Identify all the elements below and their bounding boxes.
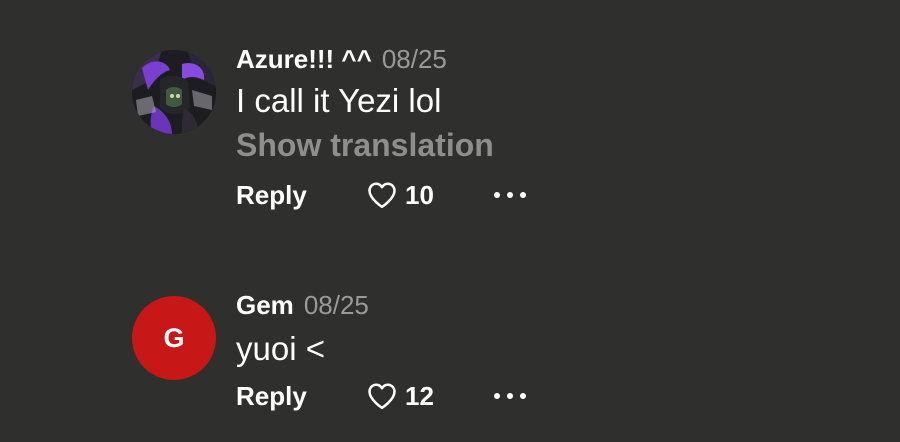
username[interactable]: Azure!!! ^^ <box>236 44 372 75</box>
comment-item: G Gem 08/25 yuoi < Reply 12 <box>0 260 900 442</box>
more-options-icon[interactable] <box>494 382 526 410</box>
avatar-image <box>132 50 216 134</box>
comment-date: 08/25 <box>303 290 369 320</box>
avatar[interactable]: G <box>132 296 216 380</box>
like-button[interactable]: 12 <box>367 378 434 414</box>
comment-date: 08/25 <box>381 44 447 74</box>
comment-text: I call it Yezi lol <box>236 82 442 119</box>
comment-actions: Reply 12 <box>236 378 556 414</box>
dot <box>507 393 513 399</box>
heart-icon <box>368 383 396 410</box>
show-translation-button[interactable]: Show translation <box>236 127 494 164</box>
comment-meta: Azure!!! ^^ 08/25 <box>236 44 447 75</box>
dot <box>520 192 526 198</box>
like-count: 12 <box>405 380 434 411</box>
dot <box>494 393 500 399</box>
dot <box>494 192 500 198</box>
like-button[interactable]: 10 <box>367 177 434 213</box>
comment-actions: Reply 10 <box>236 177 556 213</box>
reply-button[interactable]: Reply <box>236 177 307 213</box>
like-count: 10 <box>405 179 434 210</box>
more-options-icon[interactable] <box>494 181 526 209</box>
avatar[interactable] <box>132 50 216 134</box>
dot <box>507 192 513 198</box>
username[interactable]: Gem <box>236 290 294 321</box>
comment-text: yuoi < <box>236 330 325 367</box>
dot <box>520 393 526 399</box>
heart-icon <box>368 182 396 209</box>
comment-meta: Gem 08/25 <box>236 290 369 321</box>
reply-button[interactable]: Reply <box>236 378 307 414</box>
comment-item: Azure!!! ^^ 08/25 I call it Yezi lol Sho… <box>0 0 900 240</box>
